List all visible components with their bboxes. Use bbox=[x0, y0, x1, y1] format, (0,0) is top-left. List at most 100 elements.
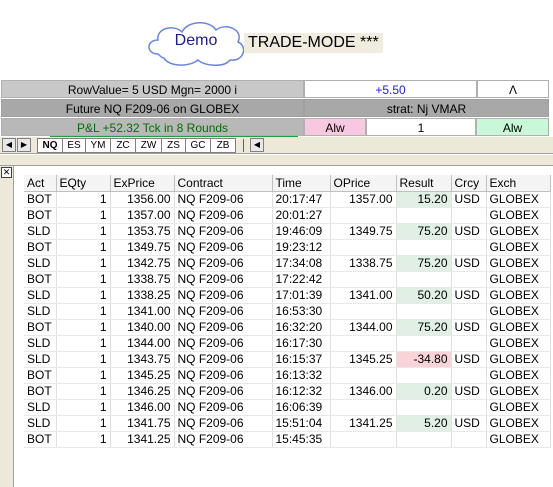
cell-crcy bbox=[451, 399, 487, 416]
cell-eqty: 1 bbox=[56, 239, 111, 256]
cell-oprice bbox=[330, 367, 397, 384]
cell-eqty: 1 bbox=[56, 351, 111, 368]
tab-zw[interactable]: ZW bbox=[135, 138, 162, 153]
table-row[interactable]: SLD 1 1346.00 NQ F209-06 16:06:39 GLOBEX bbox=[24, 399, 551, 416]
cell-result bbox=[396, 335, 452, 352]
increment-button[interactable]: Λ bbox=[477, 80, 549, 98]
cell-exprice: 1343.75 bbox=[110, 351, 175, 368]
cell-exprice: 1349.75 bbox=[110, 239, 175, 256]
cell-eqty: 1 bbox=[56, 367, 111, 384]
table-row[interactable]: BOT 1 1345.25 NQ F209-06 16:13:32 GLOBEX bbox=[24, 367, 551, 384]
column-header-act[interactable]: Act bbox=[24, 175, 57, 192]
cell-result: 5.20 bbox=[396, 415, 452, 432]
cell-exch: GLOBEX bbox=[486, 319, 551, 336]
table-row[interactable]: SLD 1 1343.75 NQ F209-06 16:15:37 1345.25 -34.… bbox=[24, 351, 551, 368]
column-header-exprice[interactable]: ExPrice bbox=[110, 175, 175, 192]
tab-ym[interactable]: YM bbox=[85, 138, 111, 153]
cell-time: 15:45:35 bbox=[272, 431, 331, 448]
cell-time: 16:15:37 bbox=[272, 351, 331, 368]
cell-contract: NQ F209-06 bbox=[174, 431, 273, 448]
table-row[interactable]: BOT 1 1338.75 NQ F209-06 17:22:42 GLOBEX bbox=[24, 271, 551, 288]
table-row[interactable]: SLD 1 1338.25 NQ F209-06 17:01:39 1341.00 50.2… bbox=[24, 287, 551, 304]
cell-contract: NQ F209-06 bbox=[174, 367, 273, 384]
cell-eqty: 1 bbox=[56, 319, 111, 336]
cell-exch: GLOBEX bbox=[486, 255, 551, 272]
table-row[interactable]: SLD 1 1341.75 NQ F209-06 15:51:04 1341.25 5.20… bbox=[24, 415, 551, 432]
cell-time: 16:06:39 bbox=[272, 399, 331, 416]
table-row[interactable]: SLD 1 1342.75 NQ F209-06 17:34:08 1338.75 75.2… bbox=[24, 255, 551, 272]
cell-result: 75.20 bbox=[396, 255, 452, 272]
allow-sell-button[interactable]: Alw bbox=[304, 118, 366, 136]
column-header-time[interactable]: Time bbox=[272, 175, 331, 192]
cell-time: 16:13:32 bbox=[272, 367, 331, 384]
cell-act: BOT bbox=[24, 431, 57, 448]
table-row[interactable]: BOT 1 1357.00 NQ F209-06 20:01:27 GLOBEX bbox=[24, 207, 551, 224]
cell-eqty: 1 bbox=[56, 287, 111, 304]
cell-oprice: 1349.75 bbox=[330, 223, 397, 240]
table-row[interactable]: BOT 1 1349.75 NQ F209-06 19:23:12 GLOBEX bbox=[24, 239, 551, 256]
cell-exch: GLOBEX bbox=[486, 223, 551, 240]
price-offset-field[interactable]: +5.50 bbox=[304, 80, 477, 98]
table-row[interactable]: BOT 1 1340.00 NQ F209-06 16:32:20 1344.00 75.2… bbox=[24, 319, 551, 336]
cell-crcy: USD bbox=[451, 415, 487, 432]
cell-exprice: 1341.25 bbox=[110, 431, 175, 448]
cell-result: 15.20 bbox=[396, 191, 452, 208]
table-row[interactable]: SLD 1 1341.00 NQ F209-06 16:53:30 GLOBEX bbox=[24, 303, 551, 320]
cell-exch: GLOBEX bbox=[486, 415, 551, 432]
tab-zb[interactable]: ZB bbox=[210, 138, 236, 153]
demo-cloud-badge: Demo bbox=[144, 18, 248, 66]
grid-left-strip bbox=[0, 166, 14, 487]
cell-contract: NQ F209-06 bbox=[174, 399, 273, 416]
tab-prev-arrow-icon[interactable]: ▶ bbox=[17, 138, 31, 152]
tab-gc[interactable]: GC bbox=[185, 138, 211, 153]
cell-exprice: 1345.25 bbox=[110, 367, 175, 384]
cell-result bbox=[396, 367, 452, 384]
cell-act: BOT bbox=[24, 367, 57, 384]
strategy-info: strat: Nj VMAR bbox=[304, 99, 549, 117]
table-row[interactable]: BOT 1 1346.25 NQ F209-06 16:12:32 1346.00 0.20… bbox=[24, 383, 551, 400]
allow-buy-button[interactable]: Alw bbox=[476, 118, 549, 136]
cell-crcy bbox=[451, 367, 487, 384]
cell-contract: NQ F209-06 bbox=[174, 271, 273, 288]
cell-eqty: 1 bbox=[56, 415, 111, 432]
scroll-left-arrow-icon[interactable]: ◀ bbox=[250, 138, 264, 152]
column-header-exch[interactable]: Exch bbox=[486, 175, 551, 192]
cell-time: 19:46:09 bbox=[272, 223, 331, 240]
tab-es[interactable]: ES bbox=[62, 138, 86, 153]
cell-crcy bbox=[451, 335, 487, 352]
cell-exprice: 1346.25 bbox=[110, 383, 175, 400]
cell-exprice: 1344.00 bbox=[110, 335, 175, 352]
cell-time: 17:01:39 bbox=[272, 287, 331, 304]
tab-nq[interactable]: NQ bbox=[37, 138, 63, 153]
column-header-crcy[interactable]: Crcy bbox=[451, 175, 487, 192]
cell-result: -34.80 bbox=[396, 351, 452, 368]
cell-exch: GLOBEX bbox=[486, 367, 551, 384]
tab-zc[interactable]: ZC bbox=[110, 138, 136, 153]
cell-exch: GLOBEX bbox=[486, 335, 551, 352]
cell-time: 15:51:04 bbox=[272, 415, 331, 432]
table-row[interactable]: SLD 1 1344.00 NQ F209-06 16:17:30 GLOBEX bbox=[24, 335, 551, 352]
table-row[interactable]: SLD 1 1353.75 NQ F209-06 19:46:09 1349.75 75.2… bbox=[24, 223, 551, 240]
cell-exprice: 1353.75 bbox=[110, 223, 175, 240]
cell-exprice: 1340.00 bbox=[110, 319, 175, 336]
cell-contract: NQ F209-06 bbox=[174, 335, 273, 352]
cell-contract: NQ F209-06 bbox=[174, 255, 273, 272]
column-header-result[interactable]: Result bbox=[396, 175, 452, 192]
cell-oprice: 1346.00 bbox=[330, 383, 397, 400]
tab-first-arrow-icon[interactable]: ◀ bbox=[2, 138, 16, 152]
tab-zs[interactable]: ZS bbox=[161, 138, 186, 153]
cell-oprice bbox=[330, 399, 397, 416]
cell-crcy: USD bbox=[451, 319, 487, 336]
close-icon[interactable]: ✕ bbox=[1, 167, 12, 178]
cell-exch: GLOBEX bbox=[486, 271, 551, 288]
cell-eqty: 1 bbox=[56, 207, 111, 224]
table-row[interactable]: BOT 1 1341.25 NQ F209-06 15:45:35 GLOBEX bbox=[24, 431, 551, 448]
column-header-eqty[interactable]: EQty bbox=[56, 175, 111, 192]
column-header-contract[interactable]: Contract bbox=[174, 175, 273, 192]
table-row[interactable]: BOT 1 1356.00 NQ F209-06 20:17:47 1357.00 15.2… bbox=[24, 191, 551, 208]
horizontal-scrollbar[interactable] bbox=[266, 138, 549, 153]
column-header-oprice[interactable]: OPrice bbox=[330, 175, 397, 192]
quantity-field[interactable]: 1 bbox=[366, 118, 476, 136]
grid-toolbar bbox=[0, 155, 553, 166]
cell-eqty: 1 bbox=[56, 191, 111, 208]
